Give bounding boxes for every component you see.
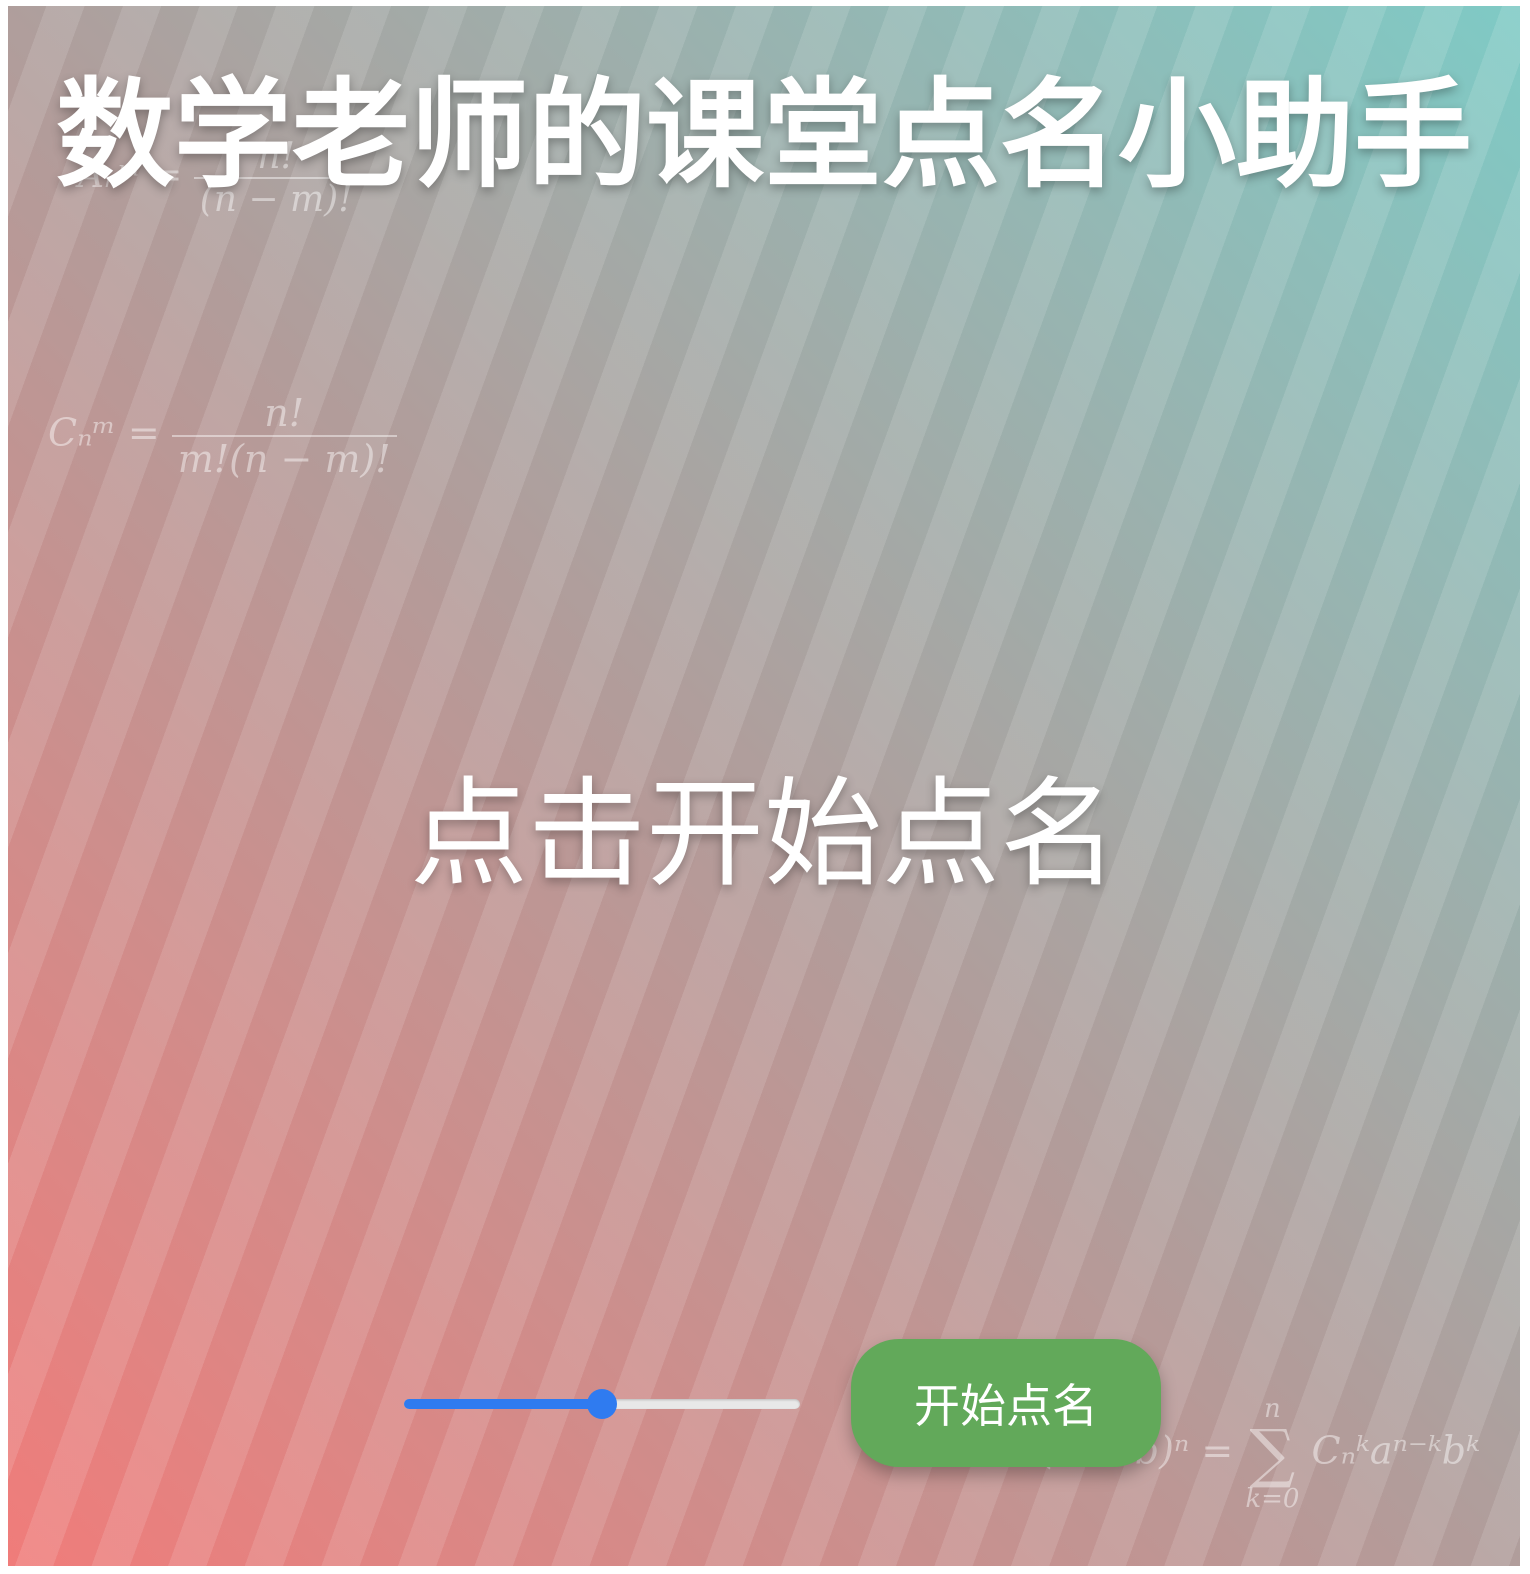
combination-numerator: n! [171,391,397,437]
start-rollcall-button[interactable]: 开始点名 [851,1339,1161,1467]
page-title: 数学老师的课堂点名小助手 [55,66,1472,204]
speed-slider[interactable] [404,1389,800,1419]
sum-upper-limit: n [1263,1394,1281,1424]
combination-formula: Cₙᵐ = n! m!(n − m)! [48,391,397,481]
slider-fill [404,1399,602,1409]
slider-thumb[interactable] [587,1389,617,1419]
sum-symbol: ∑ [1249,1417,1296,1491]
combination-denominator: m!(n − m)! [177,437,391,481]
rollcall-prompt[interactable]: 点击开始点名 [8,754,1520,914]
binomial-rhs: Cₙᵏaⁿ⁻ᵏbᵏ [1311,1428,1481,1473]
combination-fraction: n! m!(n − m)! [171,391,397,481]
app-canvas: Aₙᵐ = n! (n − m)! Cₙᵐ = n! m!(n − m)! (a… [8,6,1520,1566]
binomial-sum: n ∑ k=0 [1245,1396,1299,1512]
sum-lower-limit: k=0 [1245,1484,1300,1514]
combination-lhs: Cₙᵐ = [48,410,160,455]
